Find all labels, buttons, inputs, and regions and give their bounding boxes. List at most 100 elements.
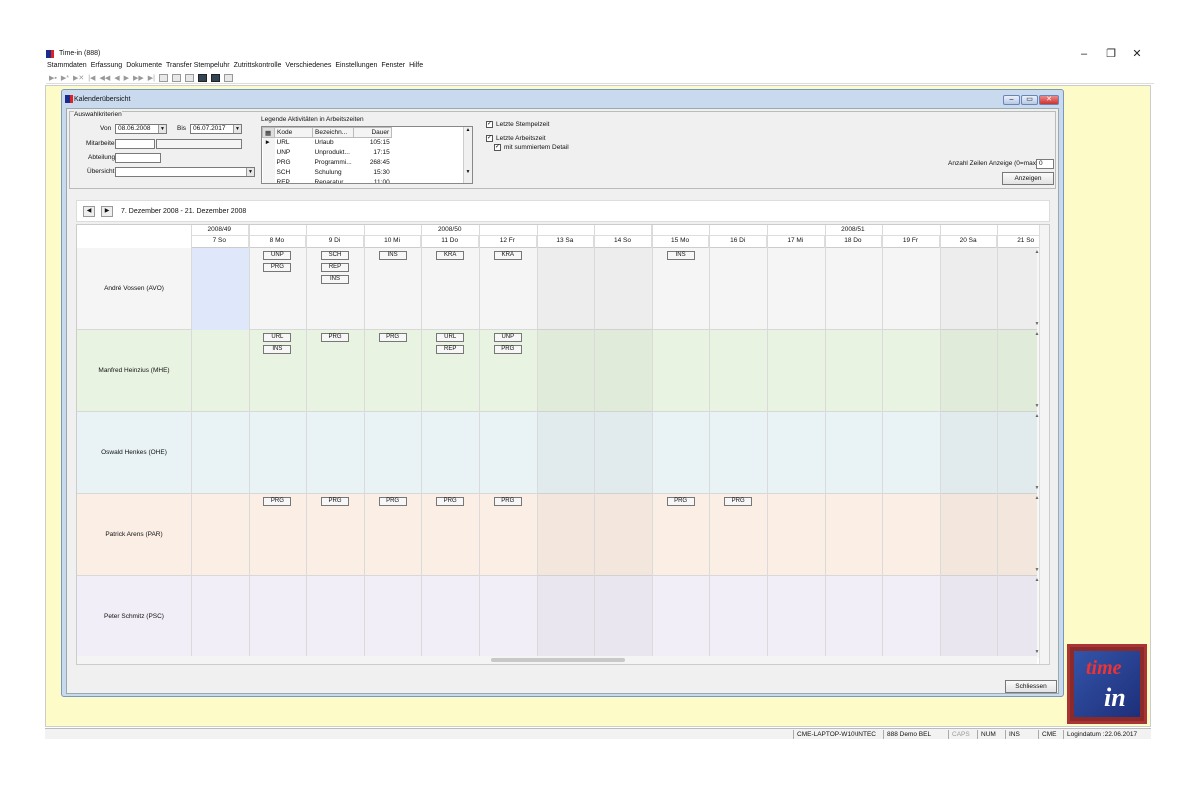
activity-badge[interactable]: KRA xyxy=(493,251,522,260)
toolbar-nav-button-7[interactable]: ▶▶ xyxy=(133,74,144,82)
legend-code: PRG xyxy=(276,159,291,166)
schliessen-button[interactable]: Schliessen xyxy=(1005,680,1057,693)
toolbar-nav-button-2[interactable]: ▶✕ xyxy=(73,74,84,82)
minimize-button[interactable]: – xyxy=(1074,47,1094,61)
menu-bar: Stammdaten Erfassung Dokumente Transfer Ste… xyxy=(46,62,1154,72)
activity-badge[interactable]: URL xyxy=(263,333,292,342)
legend-row[interactable]: UNP Unprodukt... 17:15 xyxy=(262,147,392,158)
bis-date-field[interactable]: 06.07.2017 ▼ xyxy=(190,124,242,134)
letzte-stempelzeit-checkbox[interactable]: ✓ xyxy=(486,121,493,128)
column-divider xyxy=(882,225,884,664)
activity-badge[interactable]: PRG xyxy=(378,497,407,506)
activity-badge[interactable]: PRG xyxy=(724,497,753,506)
week-header: 2008/49 xyxy=(191,225,249,236)
scrollbar-thumb[interactable] xyxy=(491,658,625,662)
menu-verschiedenes[interactable]: Verschiedenes xyxy=(284,62,334,72)
dialog-minimize-button[interactable]: ‒ xyxy=(1003,95,1020,105)
activity-badge[interactable]: REP xyxy=(436,345,465,354)
activity-badge[interactable]: INS xyxy=(321,275,349,284)
menu-fenster[interactable]: Fenster xyxy=(380,62,408,72)
mitarbeiter-name-field[interactable] xyxy=(156,139,242,149)
activity-badge[interactable]: PRG xyxy=(493,497,522,506)
summiertem-detail-checkbox[interactable]: ✓ xyxy=(494,144,501,151)
menu-transfer-stempeluhr[interactable]: Transfer Stempeluhr xyxy=(165,62,233,72)
activity-badge[interactable]: PRG xyxy=(321,497,349,506)
horizontal-scrollbar[interactable] xyxy=(77,656,1037,664)
chevron-down-icon[interactable]: ▼ xyxy=(158,125,166,133)
legend-row[interactable]: SCH Schulung 15:30 xyxy=(262,167,392,178)
legend-header-dauer[interactable]: Dauer xyxy=(353,127,393,138)
activity-badge[interactable]: URL xyxy=(436,333,465,342)
letzte-arbeitszeit-label: Letzte Arbeitszeit xyxy=(496,135,546,142)
previous-period-button[interactable]: ◀ xyxy=(83,206,95,217)
menu-erfassung[interactable]: Erfassung xyxy=(90,62,126,72)
tool-monitor-icon[interactable] xyxy=(197,74,207,82)
status-num: NUM xyxy=(977,730,999,739)
legend-scrollbar[interactable]: ▲ ▼ xyxy=(463,127,472,183)
restore-button[interactable]: ❐ xyxy=(1101,47,1121,61)
uebersicht-label: Übersicht xyxy=(87,168,115,175)
tool-menu-icon[interactable] xyxy=(223,74,233,82)
activity-badge[interactable]: REP xyxy=(321,263,349,272)
legend-header-code[interactable]: Kode xyxy=(274,127,313,138)
toolbar-nav-button-4[interactable]: ◀◀ xyxy=(99,74,110,82)
legend-name: Programmi... xyxy=(314,159,352,166)
column-divider xyxy=(421,225,423,664)
legend-header-name[interactable]: Bezeichn... xyxy=(311,127,355,138)
abteilung-field[interactable] xyxy=(115,153,161,163)
day-header: 8 Mo xyxy=(248,236,307,248)
activity-badge[interactable]: INS xyxy=(666,251,695,260)
legend-title: Legende Aktivitäten in Arbeitszeiten xyxy=(261,116,364,123)
dialog-close-button[interactable]: ✕ xyxy=(1039,95,1059,105)
activity-badge[interactable]: INS xyxy=(378,251,407,260)
toolbar-nav-button-1[interactable]: ▶* xyxy=(61,74,69,82)
toolbar-nav-button-0[interactable]: ▶▪ xyxy=(49,74,57,82)
von-date-field[interactable]: 08.06.2008 ▼ xyxy=(115,124,167,134)
mitarbeiter-code-field[interactable] xyxy=(115,139,155,149)
legend-row[interactable]: PRG Programmi... 268:45 xyxy=(262,157,392,168)
toolbar-nav-button-3[interactable]: |◀ xyxy=(88,74,95,82)
column-divider xyxy=(191,225,192,664)
activity-badge[interactable]: PRG xyxy=(321,333,349,342)
chevron-down-icon[interactable]: ▼ xyxy=(246,168,254,176)
activity-badge[interactable]: KRA xyxy=(436,251,465,260)
activity-badge[interactable]: INS xyxy=(263,345,292,354)
toolbar-nav-button-8[interactable]: ▶| xyxy=(148,74,155,82)
chevron-down-icon[interactable]: ▼ xyxy=(233,125,241,133)
menu-stammdaten[interactable]: Stammdaten xyxy=(46,62,90,72)
toolbar-nav-button-6[interactable]: ▶ xyxy=(124,74,129,82)
close-button[interactable]: ✕ xyxy=(1127,47,1147,61)
activity-badge[interactable]: PRG xyxy=(263,497,292,506)
main-vertical-scrollbar[interactable] xyxy=(1039,225,1049,664)
menu-hilfe[interactable]: Hilfe xyxy=(408,62,426,72)
von-label: Von xyxy=(100,125,112,132)
weekend-shade xyxy=(537,330,595,412)
tool-save-icon[interactable] xyxy=(210,74,220,82)
activity-badge[interactable]: PRG xyxy=(666,497,695,506)
anzahl-field[interactable]: 0 xyxy=(1036,159,1054,169)
activity-badge[interactable]: PRG xyxy=(493,345,522,354)
tool-form-icon[interactable] xyxy=(184,74,194,82)
legend-dauer: 105:15 xyxy=(369,139,390,147)
activity-badge[interactable]: SCH xyxy=(321,251,349,260)
legend-row[interactable]: ► URL Urlaub 105:15 xyxy=(262,137,392,148)
next-period-button[interactable]: ▶ xyxy=(101,206,113,217)
activity-badge[interactable]: PRG xyxy=(378,333,407,342)
bis-value: 06.07.2017 xyxy=(193,125,226,132)
activity-badge[interactable]: UNP xyxy=(263,251,292,260)
dialog-body: Auswahlkriterien Von 08.06.2008 ▼ Bis 06… xyxy=(66,108,1059,694)
uebersicht-select[interactable]: ▼ xyxy=(115,167,255,177)
toolbar-nav-button-5[interactable]: ◀ xyxy=(114,74,119,82)
tool-action-icon[interactable] xyxy=(158,74,168,82)
letzte-arbeitszeit-checkbox[interactable]: ✓ xyxy=(486,135,493,142)
legend-row[interactable]: REP Reparatur 11:00 xyxy=(262,177,392,183)
menu-einstellungen[interactable]: Einstellungen xyxy=(334,62,380,72)
menu-dokumente[interactable]: Dokumente xyxy=(125,62,165,72)
activity-badge[interactable]: UNP xyxy=(493,333,522,342)
anzeigen-button[interactable]: Anzeigen xyxy=(1002,172,1054,185)
tool-list-icon[interactable] xyxy=(171,74,181,82)
activity-badge[interactable]: PRG xyxy=(263,263,292,272)
dialog-restore-button[interactable]: ▭ xyxy=(1021,95,1038,105)
activity-badge[interactable]: PRG xyxy=(436,497,465,506)
menu-zutrittskontrolle[interactable]: Zutrittskontrolle xyxy=(233,62,285,72)
